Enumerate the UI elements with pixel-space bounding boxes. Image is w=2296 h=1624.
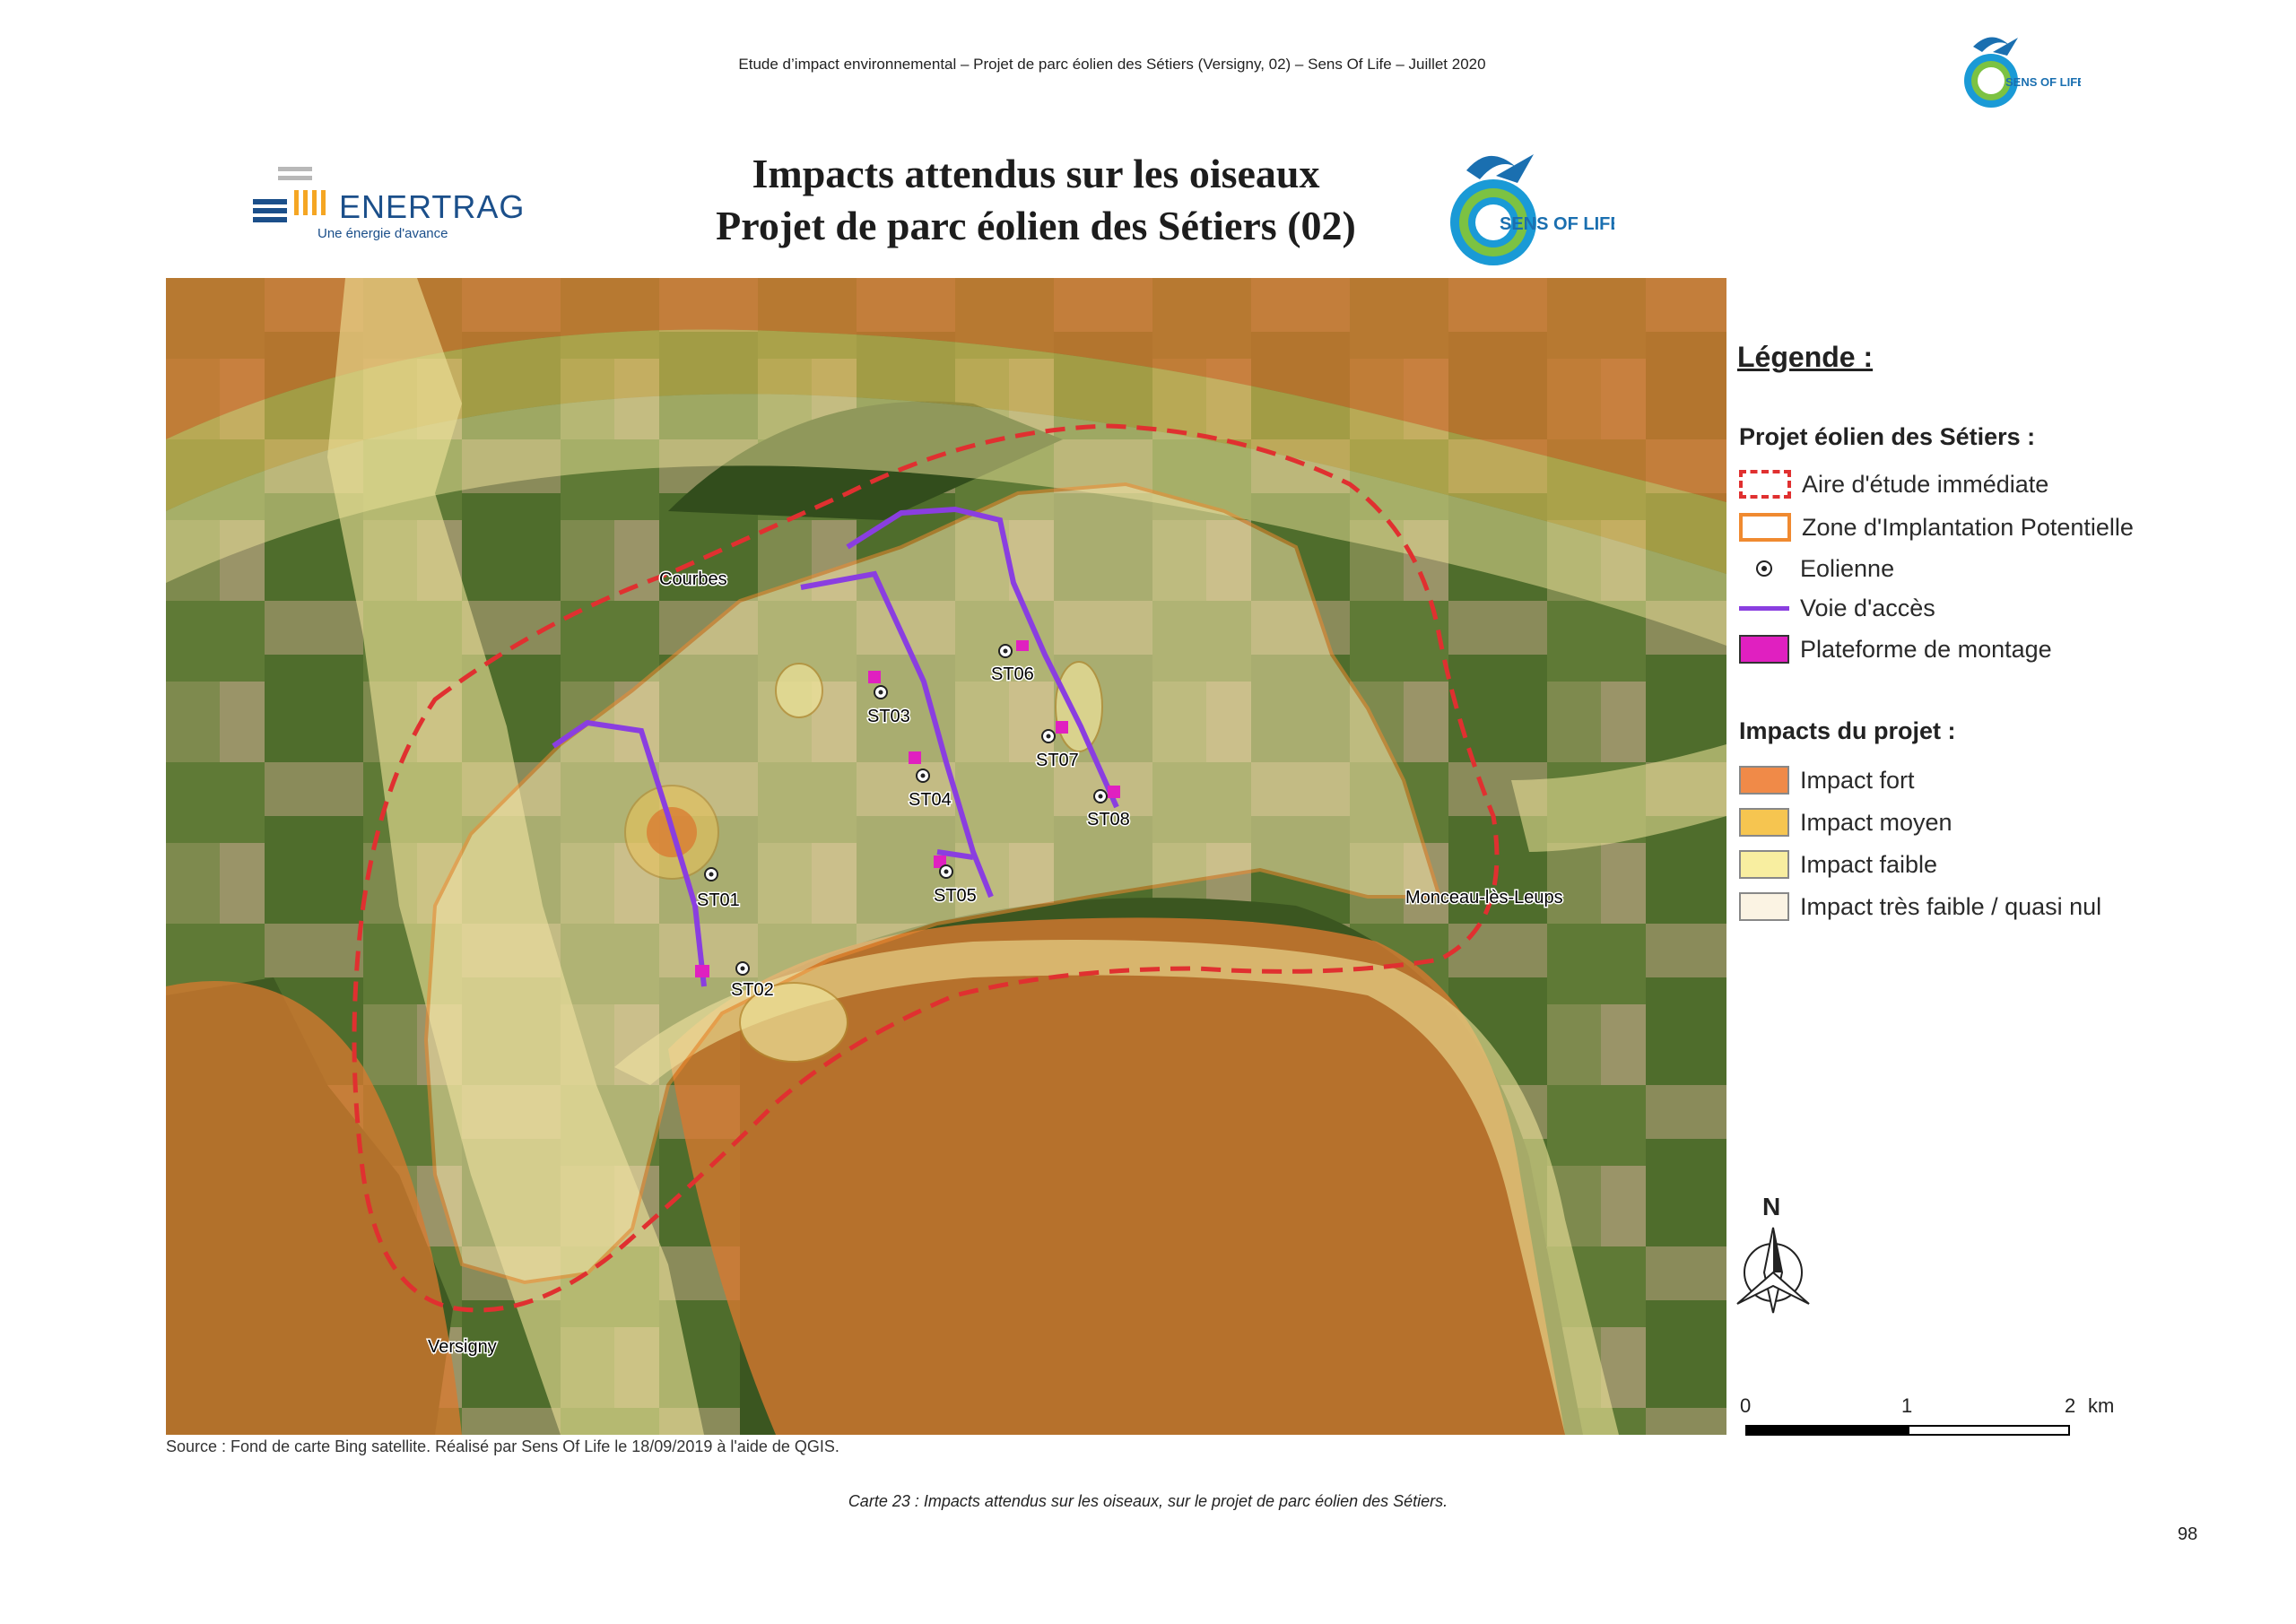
- sens-of-life-header-logo: SENS OF LIFE: [1964, 37, 2081, 108]
- place-label-versigny: Versigny: [428, 1337, 497, 1357]
- scale-label-unit: km: [2088, 1394, 2115, 1417]
- legend-label-eolienne: Eolienne: [1800, 554, 1895, 582]
- sens-of-life-logo: SENS OF LIFE: [1450, 154, 1614, 265]
- legend-label-impact-fort: Impact fort: [1800, 766, 1915, 794]
- legend-item-impact-fort: Impact fort: [1739, 764, 1915, 796]
- turbine-label-st04: ST04: [909, 790, 952, 810]
- north-label: N: [1762, 1193, 1781, 1220]
- orange-outline-rectangle-icon: [1739, 513, 1791, 542]
- enertrag-logo: ENERTRAG Une énergie d'avance: [253, 161, 524, 251]
- page-number: 98: [2178, 1524, 2198, 1544]
- legend-item-plateforme: Plateforme de montage: [1739, 633, 2052, 665]
- sol-logo-text: SENS OF LIFE: [1500, 214, 1614, 234]
- top-logo-text: SENS OF LIFE: [2005, 75, 2081, 89]
- legend-item-impact-moyen: Impact moyen: [1739, 806, 1952, 838]
- plateforme-st02: [695, 965, 709, 977]
- legend-label-aire-etude: Aire d'étude immédiate: [1802, 470, 2049, 498]
- plateforme-st07: [1056, 721, 1068, 734]
- legend-item-impact-faible: Impact faible: [1739, 848, 1937, 881]
- turbine-point-icon: [1739, 555, 1789, 582]
- legend-item-eolienne: Eolienne: [1739, 552, 1894, 585]
- satellite-map[interactable]: ST01 ST02 ST03 ST04 ST05 ST06 ST07 ST08 …: [166, 278, 1726, 1435]
- scale-label-0: 0: [1740, 1394, 1752, 1417]
- impact-buffer-north: [775, 663, 823, 718]
- turbine-label-st03: ST03: [867, 707, 910, 726]
- plateforme-st06: [1016, 640, 1029, 651]
- page-header: Etude d’impact environnemental – Projet …: [738, 56, 1486, 73]
- legend-section-impacts: Impacts du projet :: [1739, 717, 1956, 744]
- legend-item-impact-tres-faible: Impact très faible / quasi nul: [1739, 890, 2101, 923]
- turbine-label-st05: ST05: [934, 886, 977, 906]
- magenta-fill-icon: [1739, 635, 1789, 664]
- turbine-label-st07: ST07: [1036, 751, 1079, 770]
- impact-fort-swatch: [1739, 766, 1789, 795]
- map-canvas: ST01 ST02 ST03 ST04 ST05 ST06 ST07 ST08 …: [166, 278, 1726, 1435]
- legend-item-voie: Voie d'accès: [1739, 592, 1935, 624]
- legend-item-zip: Zone d'Implantation Potentielle: [1739, 511, 2134, 543]
- impact-buffer-st07: [1055, 661, 1103, 752]
- turbine-label-st08: ST08: [1087, 810, 1130, 829]
- scale-bar: 0 1 2 km: [1740, 1394, 2117, 1439]
- legend-label-zip: Zone d'Implantation Potentielle: [1802, 513, 2134, 541]
- map-title-line2: Projet de parc éolien des Sétiers (02): [716, 203, 1356, 248]
- legend-label-plateforme: Plateforme de montage: [1800, 635, 2052, 663]
- map-title-line1: Impacts attendus sur les oiseaux: [752, 151, 1320, 196]
- map-caption: Carte 23 : Impacts attendus sur les oise…: [848, 1492, 1448, 1510]
- north-arrow: N: [1735, 1193, 1816, 1318]
- turbine-label-st02: ST02: [731, 980, 774, 1000]
- legend-section-project: Projet éolien des Sétiers :: [1739, 423, 2036, 450]
- scale-segment-black: [1745, 1425, 1908, 1436]
- scale-label-2: 2: [2065, 1394, 2076, 1417]
- legend-label-impact-faible: Impact faible: [1800, 850, 1938, 878]
- impact-faible-swatch: [1739, 850, 1789, 879]
- legend-item-aire-etude: Aire d'étude immédiate: [1739, 468, 2048, 500]
- scale-segment-white: [1908, 1425, 2070, 1436]
- legend-title: Légende :: [1737, 341, 1874, 373]
- legend-label-voie: Voie d'accès: [1800, 594, 1935, 621]
- turbine-label-st06: ST06: [991, 664, 1034, 684]
- turbine-label-st01: ST01: [697, 890, 740, 910]
- enertrag-brand: ENERTRAG: [339, 188, 526, 225]
- plateforme-st08: [1108, 786, 1120, 798]
- compass-rose-icon: [1736, 1227, 1810, 1314]
- legend-label-impact-tres-faible: Impact très faible / quasi nul: [1800, 892, 2102, 920]
- red-dashed-rectangle-icon: [1739, 470, 1791, 499]
- impact-tres-faible-swatch: [1739, 892, 1789, 921]
- plateforme-st04: [909, 751, 921, 764]
- plateforme-st03: [868, 671, 881, 683]
- purple-line-icon: [1739, 595, 1789, 621]
- place-label-monceau: Monceau-lès-Leups: [1405, 888, 1563, 908]
- legend-label-impact-moyen: Impact moyen: [1800, 808, 1952, 836]
- scale-label-1: 1: [1901, 1394, 1913, 1417]
- enertrag-tagline: Une énergie d'avance: [317, 226, 448, 241]
- map-title: Impacts attendus sur les oiseaux Projet …: [502, 148, 1570, 252]
- map-source: Source : Fond de carte Bing satellite. R…: [166, 1437, 839, 1455]
- place-label-courbes: Courbes: [659, 569, 727, 589]
- impact-moyen-swatch: [1739, 808, 1789, 837]
